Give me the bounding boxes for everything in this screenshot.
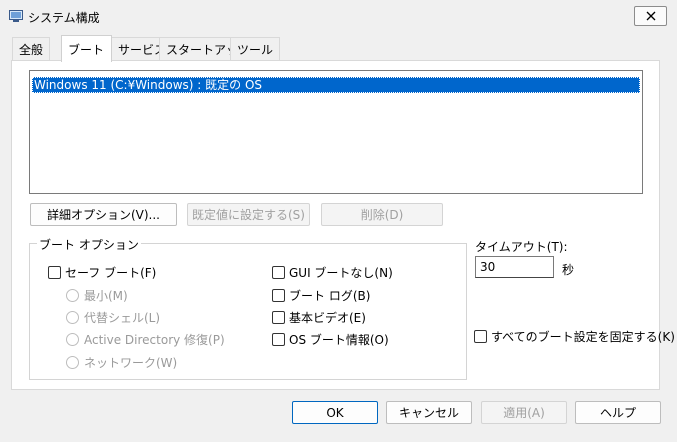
boot-os-list[interactable]: Windows 11 (C:¥Windows) : 既定の OS xyxy=(29,70,643,194)
window-title: システム構成 xyxy=(28,11,100,25)
boot-options-legend: ブート オプション xyxy=(37,236,141,253)
checkbox-box xyxy=(48,266,61,279)
timeout-label: タイムアウト(T): xyxy=(475,240,568,254)
radio-active-directory-label: Active Directory 修復(P) xyxy=(84,333,225,347)
radio-circle xyxy=(66,333,79,346)
boot-log-checkbox[interactable]: ブート ログ(B) xyxy=(272,287,370,304)
ok-button[interactable]: OK xyxy=(292,401,378,424)
radio-network-label: ネットワーク(W) xyxy=(84,356,178,370)
close-icon xyxy=(646,11,655,21)
no-gui-boot-checkbox[interactable]: GUI ブートなし(N) xyxy=(272,264,393,281)
safe-boot-label: セーフ ブート(F) xyxy=(65,266,157,280)
close-button[interactable] xyxy=(634,6,667,26)
help-button[interactable]: ヘルプ xyxy=(575,401,661,424)
radio-minimal[interactable]: 最小(M) xyxy=(66,287,128,304)
radio-network[interactable]: ネットワーク(W) xyxy=(66,354,177,371)
advanced-options-button[interactable]: 詳細オプション(V)... xyxy=(30,203,177,226)
radio-circle xyxy=(66,289,79,302)
set-default-button[interactable]: 既定値に設定する(S) xyxy=(187,203,310,226)
title-bar xyxy=(0,0,677,34)
system-config-icon xyxy=(9,10,23,22)
list-item-os[interactable]: Windows 11 (C:¥Windows) : 既定の OS xyxy=(32,77,640,93)
cancel-button[interactable]: キャンセル xyxy=(386,401,472,424)
base-video-checkbox[interactable]: 基本ビデオ(E) xyxy=(272,309,366,326)
safe-boot-checkbox[interactable]: セーフ ブート(F) xyxy=(48,264,156,281)
radio-circle xyxy=(66,356,79,369)
radio-alternate-shell[interactable]: 代替シェル(L) xyxy=(66,309,160,326)
checkbox-box xyxy=(474,330,487,343)
checkbox-box xyxy=(272,333,285,346)
os-boot-info-checkbox[interactable]: OS ブート情報(O) xyxy=(272,331,389,348)
tab-boot[interactable]: ブート xyxy=(61,35,112,62)
tab-general[interactable]: 全般 xyxy=(12,37,51,61)
radio-circle xyxy=(66,311,79,324)
radio-active-directory-repair[interactable]: Active Directory 修復(P) xyxy=(66,331,225,348)
tab-tools[interactable]: ツール xyxy=(230,37,281,61)
checkbox-box xyxy=(272,266,285,279)
radio-minimal-label: 最小(M) xyxy=(84,289,128,303)
delete-button[interactable]: 削除(D) xyxy=(321,203,443,226)
checkbox-box xyxy=(272,311,285,324)
timeout-unit: 秒 xyxy=(562,263,575,277)
apply-button[interactable]: 適用(A) xyxy=(481,401,567,424)
make-permanent-checkbox[interactable]: すべてのブート設定を固定する(K) xyxy=(474,328,675,345)
checkbox-box xyxy=(272,289,285,302)
make-permanent-label: すべてのブート設定を固定する(K) xyxy=(491,330,675,344)
base-video-label: 基本ビデオ(E) xyxy=(289,311,366,325)
no-gui-boot-label: GUI ブートなし(N) xyxy=(289,266,393,280)
timeout-input[interactable] xyxy=(475,256,554,278)
os-boot-info-label: OS ブート情報(O) xyxy=(289,333,389,347)
boot-log-label: ブート ログ(B) xyxy=(289,289,371,303)
radio-alternate-shell-label: 代替シェル(L) xyxy=(84,311,161,325)
